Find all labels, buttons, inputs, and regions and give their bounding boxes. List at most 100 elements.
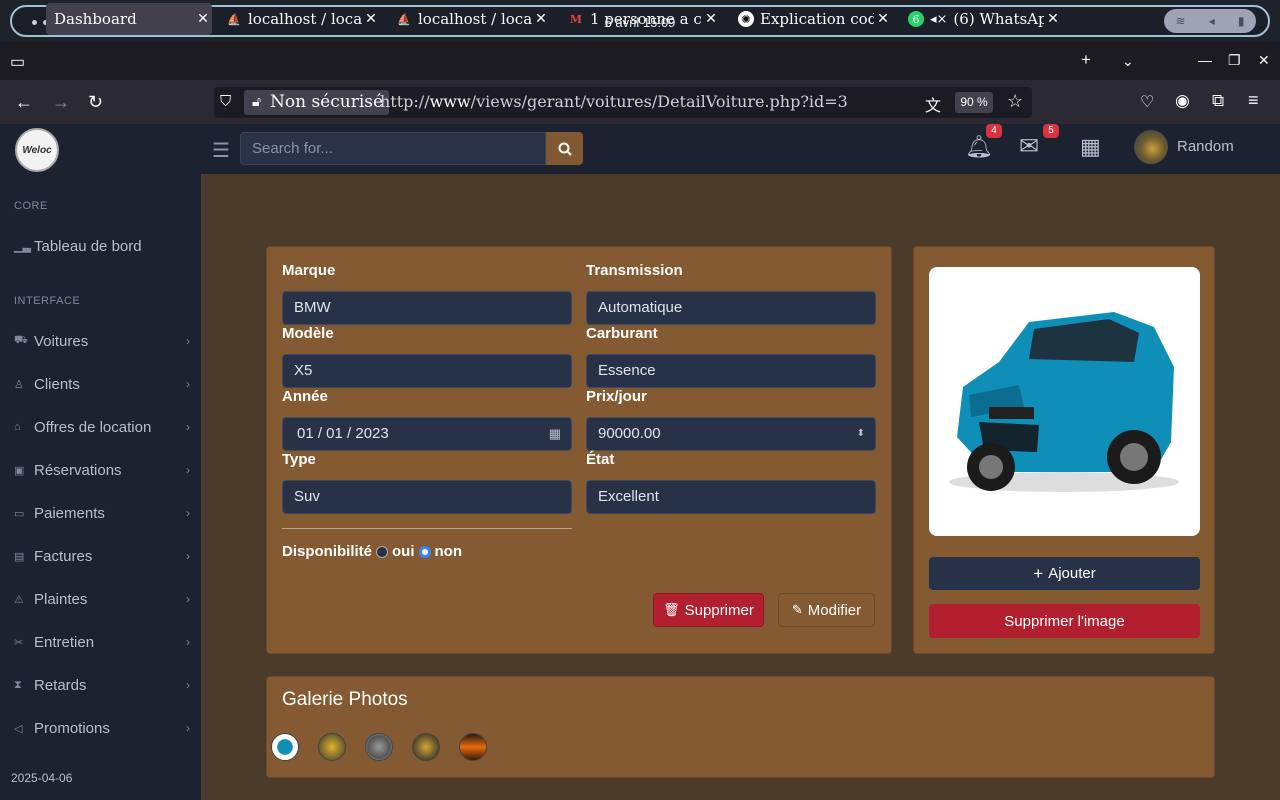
restore-icon[interactable]: ❐ — [1228, 52, 1241, 69]
prix-input[interactable]: 90000.00 ⬍ — [586, 417, 876, 451]
tab-close-icon[interactable]: ✕ — [1044, 11, 1062, 27]
system-tray[interactable]: ≋ ◂ ▮ — [1164, 9, 1256, 33]
sidebar-item-reservations[interactable]: ▣ Réservations › — [14, 458, 190, 482]
radio-non[interactable] — [418, 545, 431, 558]
calendar-icon[interactable]: ▦ — [549, 418, 561, 450]
tab-whatsapp[interactable]: 6 ◂× (6) WhatsApp ✕ — [900, 3, 1062, 35]
tab-close-icon[interactable]: ✕ — [362, 11, 380, 27]
zoom-level[interactable]: 90 % — [955, 92, 993, 113]
sidebar-item-paiements[interactable]: ▭ Paiements › — [14, 501, 190, 525]
envelope-icon[interactable]: ✉ — [1019, 132, 1039, 161]
gallery-thumb[interactable] — [271, 733, 299, 761]
type-input[interactable]: Suv — [282, 480, 572, 514]
tab-gmail[interactable]: M 1 personne a commenté ✕ — [560, 3, 720, 35]
tab-dashboard[interactable]: Dashboard ✕ — [46, 3, 212, 35]
security-indicator[interactable]: 🔓︎ Non sécurisé — [244, 90, 390, 115]
annee-date-input[interactable]: 01 / 01 / 2023 ▦ — [282, 417, 572, 451]
user-name[interactable]: Random — [1177, 138, 1234, 155]
disponibilite-group: Disponibilité oui non — [282, 543, 462, 560]
number-spinner-icon[interactable]: ⬍ — [857, 418, 865, 450]
tab-overview-icon[interactable]: ▭ — [10, 52, 25, 72]
minimize-icon[interactable]: — — [1198, 52, 1212, 68]
url-prefix: http:// — [380, 92, 430, 111]
chevron-right-icon: › — [186, 549, 190, 563]
gallery-thumb[interactable] — [365, 733, 393, 761]
sidebar-item-entretien[interactable]: ✂ Entretien › — [14, 630, 190, 654]
tab-phpmyadmin-1[interactable]: ⛵ localhost / localhost ✕ — [218, 3, 380, 35]
sidebar-item-dashboard[interactable]: ▁▃ Tableau de bord — [14, 234, 190, 258]
tab-close-icon[interactable]: ✕ — [874, 11, 892, 27]
delete-image-button[interactable]: Supprimer l'image — [929, 604, 1200, 638]
annee-value: 01 / 01 / 2023 — [297, 425, 389, 442]
tab-close-icon[interactable]: ✕ — [702, 11, 720, 27]
sidebar-item-label: Voitures — [34, 332, 89, 350]
shield-icon[interactable]: ⛉ — [220, 93, 231, 110]
marque-input[interactable]: BMW — [282, 291, 572, 325]
etat-input[interactable]: Excellent — [586, 480, 876, 514]
bookmark-star-icon[interactable]: ☆ — [1007, 91, 1023, 112]
battery-icon: ▮ — [1237, 14, 1245, 28]
sidebar-item-label: Tableau de bord — [34, 237, 142, 255]
delete-car-button[interactable]: 🗑︎ Supprimer — [653, 593, 764, 627]
gallery-thumb[interactable] — [318, 733, 346, 761]
tab-title: localhost / localhost — [418, 10, 532, 28]
sidebar-item-plaintes[interactable]: ⚠ Plaintes › — [14, 587, 190, 611]
sidebar-item-retards[interactable]: ⧗ Retards › — [14, 673, 190, 697]
carburant-input[interactable]: Essence — [586, 354, 876, 388]
menu-icon[interactable]: ≡ — [1248, 90, 1259, 111]
modele-input[interactable]: X5 — [282, 354, 572, 388]
sidebar-item-factures[interactable]: ▤ Factures › — [14, 544, 190, 568]
url-text[interactable]: http://www/views/gerant/voitures/DetailV… — [380, 92, 848, 111]
phpmyadmin-icon: ⛵ — [397, 12, 411, 26]
extensions-icon[interactable]: ⧉ — [1212, 91, 1224, 111]
tab-title: (6) WhatsApp — [953, 10, 1044, 28]
prix-value: 90000.00 — [598, 425, 661, 442]
avatar[interactable] — [1134, 130, 1168, 164]
search-input[interactable]: Search for... — [240, 132, 546, 165]
window-close-icon[interactable]: ✕ — [1258, 52, 1270, 69]
sidebar-item-offres[interactable]: ⌂ Offres de location › — [14, 415, 190, 439]
tab-title: localhost / localhost — [248, 10, 362, 28]
chevron-right-icon: › — [186, 420, 190, 434]
tab-title: 1 personne a commenté — [590, 10, 702, 28]
account-icon[interactable]: ◉ — [1175, 91, 1190, 111]
user-icon: ♙ — [14, 378, 24, 391]
gallery-card — [266, 676, 1215, 778]
sidebar-item-voitures[interactable]: ⛟ Voitures › — [14, 329, 190, 353]
transmission-input[interactable]: Automatique — [586, 291, 876, 325]
type-label: Type — [282, 451, 316, 468]
gallery-thumb[interactable] — [412, 733, 440, 761]
tab-title: Explication code — [760, 10, 874, 28]
credit-card-icon: ▭ — [14, 507, 25, 520]
sidebar-toggle-icon[interactable]: ☰ — [212, 138, 230, 163]
gallery-thumb[interactable] — [459, 733, 487, 761]
forward-icon[interactable]: → — [52, 92, 70, 113]
add-image-button[interactable]: + Ajouter — [929, 557, 1200, 590]
car-illustration — [949, 312, 1179, 492]
sidebar-item-promotions[interactable]: ◁ Promotions › — [14, 716, 190, 740]
tab-list-icon[interactable]: ⌄ — [1122, 53, 1134, 70]
tab-phpmyadmin-2[interactable]: ⛵ localhost / localhost ✕ — [388, 3, 550, 35]
radio-oui-label[interactable]: oui — [392, 543, 415, 560]
tab-close-icon[interactable]: ✕ — [532, 11, 550, 27]
new-tab-icon[interactable]: + — [1081, 50, 1091, 70]
muted-icon[interactable]: ◂× — [930, 12, 947, 27]
pocket-icon[interactable]: ♡ — [1140, 92, 1154, 112]
search-button[interactable] — [546, 132, 583, 165]
radio-non-label[interactable]: non — [435, 543, 463, 560]
disponibilite-label: Disponibilité — [282, 543, 372, 560]
car-photo — [929, 267, 1200, 536]
back-icon[interactable]: ← — [15, 92, 33, 113]
radio-oui[interactable] — [376, 545, 388, 558]
translate-icon[interactable]: 文 — [925, 92, 941, 116]
building-icon[interactable]: ▦ — [1080, 134, 1101, 160]
reload-icon[interactable]: ↻ — [88, 92, 103, 113]
edit-car-button[interactable]: ✎ Modifier — [778, 593, 875, 627]
sidebar-item-clients[interactable]: ♙ Clients › — [14, 372, 190, 396]
url-host: www — [429, 92, 471, 111]
tab-close-icon[interactable]: ✕ — [194, 11, 212, 27]
tab-chatgpt[interactable]: ✺ Explication code ✕ — [730, 3, 892, 35]
app-logo[interactable]: Weloc — [15, 128, 59, 172]
carburant-label: Carburant — [586, 325, 658, 342]
annee-label: Année — [282, 388, 328, 405]
